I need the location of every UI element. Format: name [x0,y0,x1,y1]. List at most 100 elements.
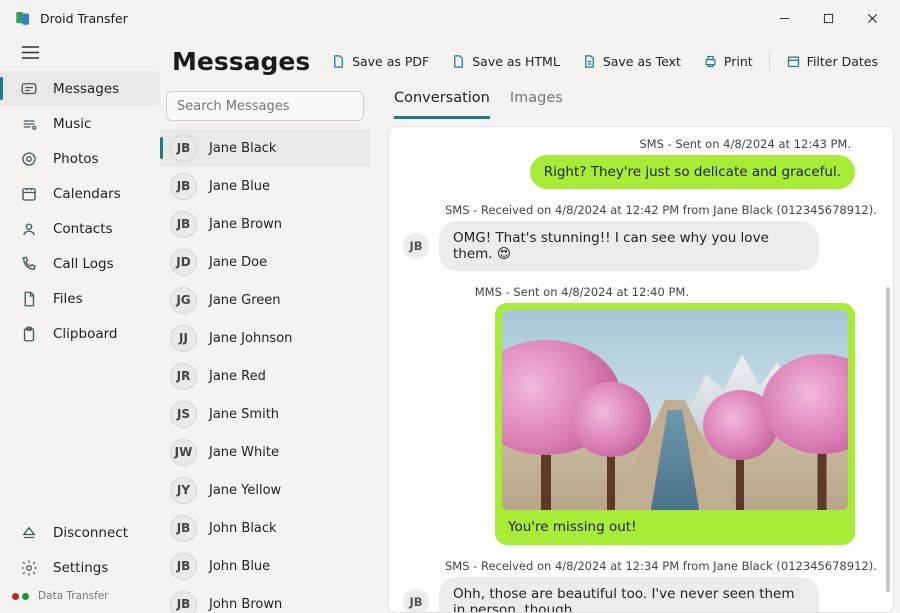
sidebar-item-contacts[interactable]: Contacts [0,211,160,246]
photos-icon [20,150,38,168]
mms-image[interactable] [502,310,848,510]
contact-avatar: JJ [170,325,197,352]
clipboard-icon [20,325,38,343]
calendar-icon [20,185,38,203]
contact-name: Jane Green [209,293,281,308]
contact-name: John Black [209,521,277,536]
status-text: Data Transfer [38,590,109,602]
text-icon [582,54,597,69]
contact-name: Jane Black [209,141,276,156]
sidebar-item-music[interactable]: Music [0,106,160,141]
sender-avatar: JB [403,233,429,259]
contact-item[interactable]: JB Jane Black [160,129,370,167]
contact-avatar: JB [170,211,197,238]
contact-item[interactable]: JBJohn Brown [160,585,370,613]
contact-name: Jane Red [209,369,266,384]
save-pdf-button[interactable]: Save as PDF [323,48,437,75]
print-icon [703,54,718,69]
contact-avatar: JY [170,477,197,504]
toolbar-label: Filter Dates [807,54,878,69]
sidebar-item-files[interactable]: Files [0,281,160,316]
contact-avatar: JS [170,401,197,428]
save-html-button[interactable]: Save as HTML [443,48,568,75]
toolbar-separator [769,51,770,71]
messages-area: SMS - Sent on 4/8/2024 at 12:43 PM. Righ… [388,126,894,613]
contact-item[interactable]: JJJane Johnson [160,319,370,357]
contacts-icon [20,220,38,238]
calendar-filter-icon [786,54,801,69]
contact-item[interactable]: JY Jane Yellow [160,471,370,509]
sidebar-item-label: Settings [53,560,108,576]
sidebar-item-label: Call Logs [53,256,114,272]
file-icon [20,290,38,308]
sidebar-item-label: Contacts [53,221,113,237]
message-sent: Right? They're just so delicate and grac… [530,155,855,189]
sidebar-item-label: Disconnect [53,525,128,541]
scrollbar[interactable] [886,287,890,592]
page-title: Messages [172,47,310,76]
toolbar-label: Save as HTML [472,54,560,69]
html-icon [451,54,466,69]
close-button[interactable] [850,3,894,33]
gear-icon [20,559,38,577]
contact-avatar: JB [170,515,197,542]
contact-name: Jane Blue [209,179,270,194]
contact-avatar: JW [170,439,197,466]
print-button[interactable]: Print [695,48,761,75]
contact-item[interactable]: JG Jane Green [160,281,370,319]
message-meta: SMS - Received on 4/8/2024 at 12:34 PM f… [403,559,879,573]
message-icon [20,80,38,98]
mms-caption: You're missing out! [502,510,848,537]
sidebar-item-calllogs[interactable]: Call Logs [0,246,160,281]
sidebar-item-messages[interactable]: Messages [0,71,160,106]
save-text-button[interactable]: Save as Text [574,48,689,75]
sidebar-item-label: Music [53,116,91,132]
contact-item[interactable]: JS Jane Smith [160,395,370,433]
music-icon [20,115,38,133]
toolbar-label: Save as PDF [352,54,429,69]
phone-icon [20,255,38,273]
search-input[interactable] [166,91,364,121]
minimize-button[interactable] [762,3,806,33]
sidebar-item-settings[interactable]: Settings [0,550,160,585]
contact-name: Jane Smith [209,407,279,422]
contact-item[interactable]: JB John Black [160,509,370,547]
tab-conversation[interactable]: Conversation [394,90,490,119]
contact-avatar: JB [170,553,197,580]
contact-name: Jane Yellow [209,483,281,498]
contact-item[interactable]: JR Jane Red [160,357,370,395]
status-dot-red [12,593,19,600]
message-sent-mms: You're missing out! [495,303,855,545]
app-title: Droid Transfer [40,11,128,26]
sidebar-item-clipboard[interactable]: Clipboard [0,316,160,351]
contact-list: JBJane BlackJBJane BlueJBJane BrownJDJan… [160,129,370,613]
menu-toggle-button[interactable] [0,36,160,71]
sidebar-item-label: Calendars [53,186,121,202]
contact-item[interactable]: JBJane Brown [160,205,370,243]
app-icon [14,9,32,27]
eject-icon [20,524,38,542]
contact-item[interactable]: JBJane Blue [160,167,370,205]
pdf-icon [331,54,346,69]
message-meta: SMS - Received on 4/8/2024 at 12:42 PM f… [403,203,879,217]
sidebar-item-label: Clipboard [53,326,117,342]
maximize-button[interactable] [806,3,850,33]
contact-item[interactable]: JWJane White [160,433,370,471]
contact-avatar: JD [170,249,197,276]
tab-images[interactable]: Images [510,90,563,119]
sidebar-item-calendars[interactable]: Calendars [0,176,160,211]
contact-avatar: JR [170,363,197,390]
sidebar-item-disconnect[interactable]: Disconnect [0,515,160,550]
sender-avatar: JB [403,589,429,613]
contact-avatar: JB [170,135,197,162]
sidebar-item-label: Files [53,291,83,307]
contact-item[interactable]: JBJohn Blue [160,547,370,585]
titlebar: Droid Transfer [0,0,900,36]
message-meta: MMS - Sent on 4/8/2024 at 12:40 PM. [403,285,879,299]
sidebar-item-photos[interactable]: Photos [0,141,160,176]
filter-dates-button[interactable]: Filter Dates [778,48,886,75]
contact-avatar: JG [170,287,197,314]
status-dot-green [22,593,29,600]
status-row: Data Transfer [0,585,160,607]
contact-item[interactable]: JDJane Doe [160,243,370,281]
